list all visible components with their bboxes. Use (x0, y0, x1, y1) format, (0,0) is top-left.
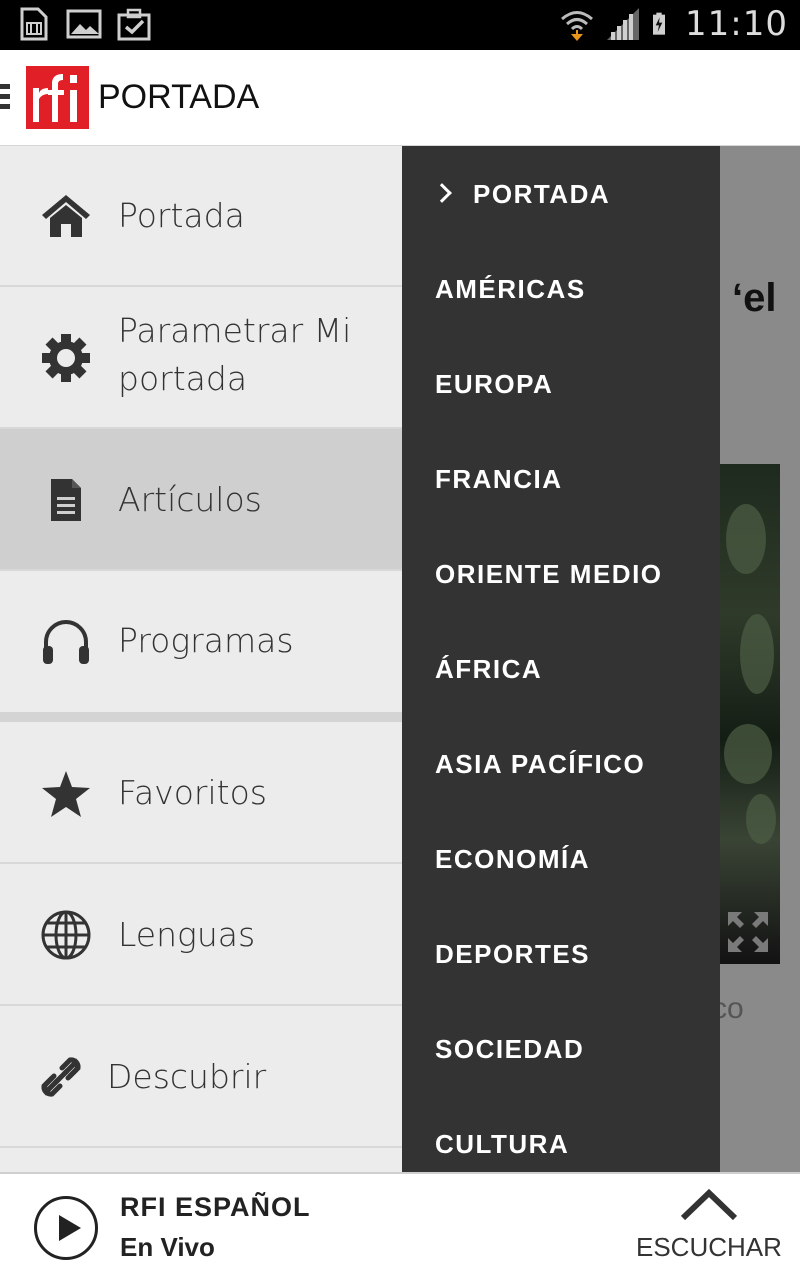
star-icon (40, 768, 92, 820)
nav-label: Programas (118, 621, 294, 660)
section-item-oriente-medio[interactable]: ORIENTE MEDIO (435, 559, 663, 590)
nav-item-lenguas[interactable]: Lenguas (0, 864, 402, 1006)
rfi-logo[interactable] (26, 66, 89, 129)
play-button[interactable] (34, 1196, 98, 1260)
nav-item-programas[interactable]: Programas (0, 571, 402, 712)
nav-item-articulos[interactable]: Artículos (0, 429, 402, 571)
nav-item-portada[interactable]: Portada (0, 146, 402, 287)
menu-icon[interactable] (0, 84, 10, 112)
clock: 11:10 (685, 4, 788, 44)
app-bar: PORTADA (0, 50, 800, 146)
wifi-icon (561, 11, 593, 41)
document-icon (40, 474, 92, 526)
nav-label: Artículos (118, 480, 262, 519)
section-item-deportes[interactable]: DEPORTES (435, 939, 590, 970)
section-item-asia-pacifico[interactable]: ASIA PACÍFICO (435, 749, 645, 780)
signal-icon (607, 8, 640, 40)
nav-label: Portada (118, 196, 245, 235)
page-title: PORTADA (98, 78, 260, 116)
nav-item-parametrar[interactable]: Parametrar Mi portada (0, 287, 402, 429)
nav-item-favoritos[interactable]: Favoritos (0, 722, 402, 864)
headphones-icon (40, 616, 92, 668)
clipboard-check-icon (117, 8, 151, 41)
article-photo (720, 464, 780, 964)
sections-panel: PORTADA AMÉRICAS EUROPA FRANCIA ORIENTE … (402, 146, 720, 1172)
image-icon (66, 9, 102, 39)
section-item-portada[interactable]: PORTADA (432, 179, 611, 210)
nav-item-descubrir[interactable]: Descubrir (0, 1006, 402, 1148)
nav-label: Descubrir (107, 1057, 267, 1096)
player-bar: RFI ESPAÑOL En Vivo ESCUCHAR (0, 1172, 800, 1280)
navigation-drawer: Portada Parametrar Mi portada Artículos … (0, 146, 402, 1172)
chevron-up-icon[interactable] (680, 1188, 738, 1222)
drawer-divider (0, 712, 402, 722)
section-item-economia[interactable]: ECONOMÍA (435, 844, 590, 875)
section-item-cultura[interactable]: CULTURA (435, 1129, 569, 1160)
link-icon (38, 1051, 84, 1103)
nav-label: Parametrar Mi portada (118, 311, 352, 398)
globe-icon (40, 909, 92, 961)
section-item-europa[interactable]: EUROPA (435, 369, 553, 400)
home-icon (40, 190, 92, 242)
expand-icon[interactable] (726, 910, 770, 954)
chevron-right-icon (432, 183, 452, 203)
section-item-africa[interactable]: ÁFRICA (435, 654, 542, 685)
nav-label: Favoritos (118, 773, 267, 812)
player-status: En Vivo (120, 1232, 215, 1262)
player-station: RFI ESPAÑOL (120, 1192, 311, 1222)
listen-button[interactable]: ESCUCHAR (636, 1232, 782, 1263)
section-label: PORTADA (473, 179, 611, 209)
battery-charging-icon (653, 12, 666, 35)
status-bar: 11:10 (0, 0, 800, 50)
sim-card-icon (20, 7, 48, 41)
section-item-americas[interactable]: AMÉRICAS (435, 274, 586, 305)
nav-label: Lenguas (118, 915, 256, 954)
gear-icon (40, 332, 92, 384)
section-item-sociedad[interactable]: SOCIEDAD (435, 1034, 584, 1065)
rfi-logo-mark (26, 66, 89, 129)
background-headline: ‘el (732, 276, 777, 320)
section-item-francia[interactable]: FRANCIA (435, 464, 563, 495)
